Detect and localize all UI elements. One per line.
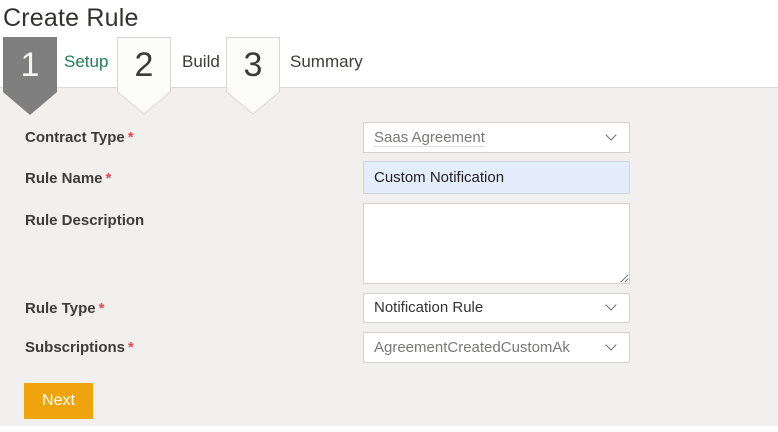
subscriptions-select[interactable]: AgreementCreatedCustomAk — [363, 332, 630, 363]
wizard-step-2-build[interactable]: 2 — [117, 37, 171, 115]
required-asterisk: * — [125, 129, 134, 146]
wizard-step-3-summary[interactable]: 3 — [226, 37, 280, 115]
create-rule-page: Create Rule 1 Setup 2 Build 3 Summary Co… — [0, 0, 778, 432]
required-asterisk: * — [125, 339, 134, 356]
subscriptions-label: Subscriptions* — [25, 339, 134, 357]
wizard-step-1-setup[interactable]: 1 — [3, 37, 57, 115]
rule-name-input[interactable] — [363, 161, 630, 194]
rule-type-value: Notification Rule — [374, 299, 483, 316]
step-3-number: 3 — [226, 41, 280, 89]
rule-type-select[interactable]: Notification Rule — [363, 293, 630, 323]
wizard-step-2-label[interactable]: Build — [182, 51, 220, 73]
contract-type-value: Saas Agreement — [374, 129, 485, 147]
step-1-number: 1 — [3, 41, 57, 89]
rule-name-label: Rule Name* — [25, 170, 111, 188]
rule-description-label: Rule Description — [25, 212, 144, 230]
contract-type-select[interactable]: Saas Agreement — [363, 122, 630, 153]
contract-type-label: Contract Type* — [25, 129, 134, 147]
page-title: Create Rule — [3, 2, 139, 34]
chevron-down-icon — [605, 339, 616, 350]
next-button[interactable]: Next — [24, 383, 93, 419]
rule-type-label: Rule Type* — [25, 300, 104, 318]
chevron-down-icon — [605, 299, 616, 310]
wizard-step-1-label[interactable]: Setup — [64, 51, 108, 73]
wizard-step-3-label[interactable]: Summary — [290, 51, 363, 73]
required-asterisk: * — [103, 170, 112, 187]
required-asterisk: * — [96, 300, 105, 317]
step-2-number: 2 — [117, 41, 171, 89]
rule-description-textarea[interactable] — [363, 203, 630, 284]
chevron-down-icon — [605, 129, 616, 140]
subscriptions-value: AgreementCreatedCustomAk — [374, 339, 570, 356]
